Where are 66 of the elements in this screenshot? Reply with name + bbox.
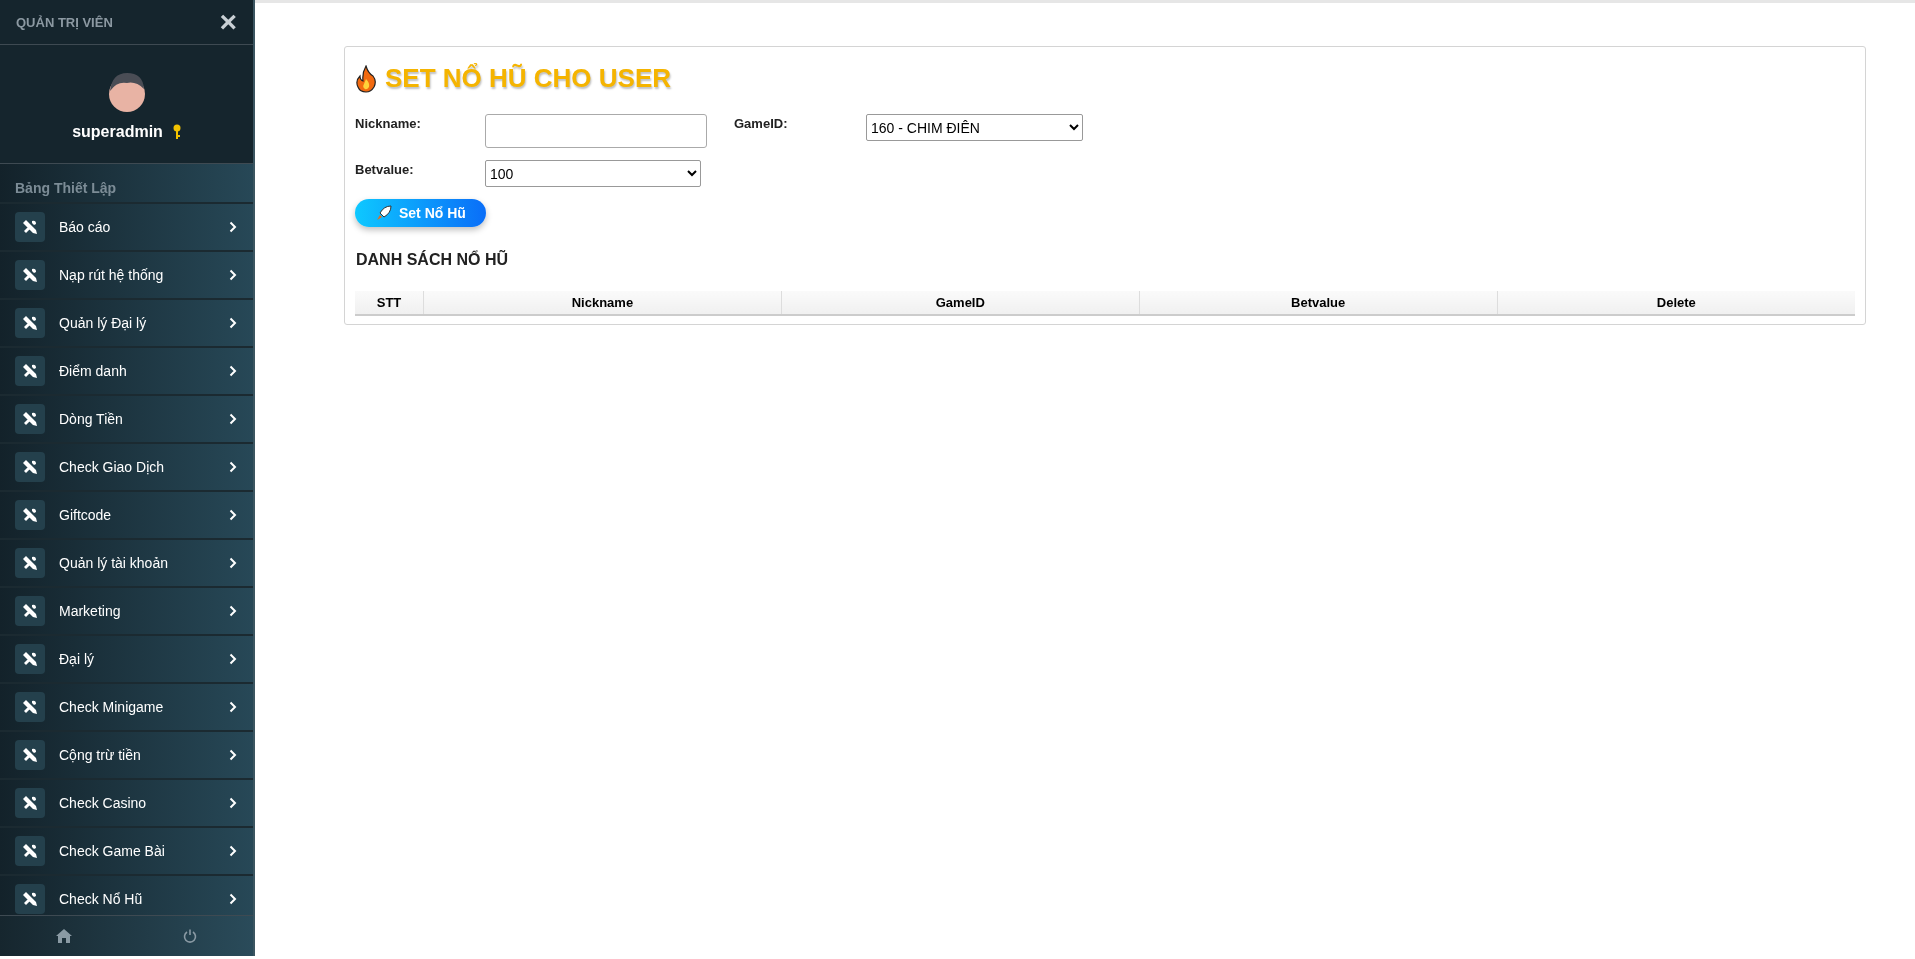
chevron-icon bbox=[229, 653, 237, 665]
chevron-icon bbox=[229, 701, 237, 713]
column-header: GameID bbox=[781, 291, 1140, 315]
sidebar-item[interactable]: Check Game Bài bbox=[0, 828, 253, 876]
chevron-icon bbox=[229, 269, 237, 281]
field-label: GameID: bbox=[734, 115, 789, 131]
column-header: Nickname bbox=[423, 291, 782, 315]
chevron-icon bbox=[229, 365, 237, 377]
sidebar-item[interactable]: Báo cáo bbox=[0, 204, 253, 252]
column-header: STT bbox=[355, 291, 424, 315]
tools-icon bbox=[15, 452, 45, 482]
username: superadmin bbox=[72, 123, 163, 141]
tools-icon bbox=[15, 692, 45, 722]
home-icon[interactable] bbox=[55, 929, 72, 943]
sidebar-item[interactable]: Giftcode bbox=[0, 492, 253, 540]
sidebar-item[interactable]: Đại lý bbox=[0, 636, 253, 684]
tools-icon bbox=[15, 356, 45, 386]
table-title: DANH SÁCH NỔ HŨ bbox=[356, 251, 509, 269]
sidebar-item[interactable]: Điểm danh bbox=[0, 348, 253, 396]
sidebar-item[interactable]: Check Giao Dịch bbox=[0, 444, 253, 492]
chevron-icon bbox=[229, 893, 237, 905]
column-header: Delete bbox=[1497, 291, 1855, 315]
chevron-icon bbox=[229, 557, 237, 569]
tools-icon bbox=[15, 596, 45, 626]
sidebar-item[interactable]: Check Casino bbox=[0, 780, 253, 828]
chevron-icon bbox=[229, 509, 237, 521]
nickname-field[interactable] bbox=[485, 114, 707, 148]
tools-icon bbox=[15, 788, 45, 818]
tools-icon bbox=[15, 212, 45, 242]
power-icon[interactable] bbox=[183, 929, 198, 943]
tools-icon bbox=[15, 260, 45, 290]
form-title: SET NỔ HŨ CHO USER bbox=[385, 63, 672, 94]
field-label: Nickname: bbox=[355, 115, 422, 131]
key-icon bbox=[172, 124, 181, 140]
tools-icon bbox=[15, 548, 45, 578]
chevron-icon bbox=[229, 605, 237, 617]
sidebar-item[interactable]: Quản lý tài khoản bbox=[0, 540, 253, 588]
tools-icon bbox=[15, 500, 45, 530]
close-button[interactable]: × bbox=[219, 7, 237, 37]
sidebar-title: QUẢN TRỊ VIÊN bbox=[16, 14, 113, 30]
chevron-icon bbox=[229, 221, 237, 233]
field-label: Betvalue: bbox=[355, 161, 415, 177]
tools-icon bbox=[15, 740, 45, 770]
betvalue-dropdown[interactable]: 100 bbox=[485, 160, 701, 187]
chevron-icon bbox=[229, 461, 237, 473]
sidebar-item[interactable]: Nạp rút hệ thống bbox=[0, 252, 253, 300]
chevron-icon bbox=[229, 317, 237, 329]
sidebar-item[interactable]: Marketing bbox=[0, 588, 253, 636]
rocket-icon bbox=[375, 204, 393, 222]
chevron-icon bbox=[229, 845, 237, 857]
tools-icon bbox=[15, 836, 45, 866]
sidebar-item[interactable]: Dòng Tiền bbox=[0, 396, 253, 444]
chevron-icon bbox=[229, 413, 237, 425]
section-heading: Bảng Thiết Lập bbox=[0, 164, 253, 204]
tools-icon bbox=[15, 884, 45, 914]
column-header: Betvalue bbox=[1139, 291, 1498, 315]
sidebar-item[interactable]: Check Minigame bbox=[0, 684, 253, 732]
sidebar-item[interactable]: Quản lý Đại lý bbox=[0, 300, 253, 348]
tools-icon bbox=[15, 644, 45, 674]
tools-icon bbox=[15, 404, 45, 434]
tools-icon bbox=[15, 308, 45, 338]
chevron-icon bbox=[229, 749, 237, 761]
chevron-icon bbox=[229, 797, 237, 809]
flame-icon bbox=[355, 64, 377, 93]
gameid-dropdown[interactable]: 160 - CHIM ĐIÊN bbox=[866, 114, 1083, 141]
sidebar-item[interactable]: Cộng trừ tiền bbox=[0, 732, 253, 780]
